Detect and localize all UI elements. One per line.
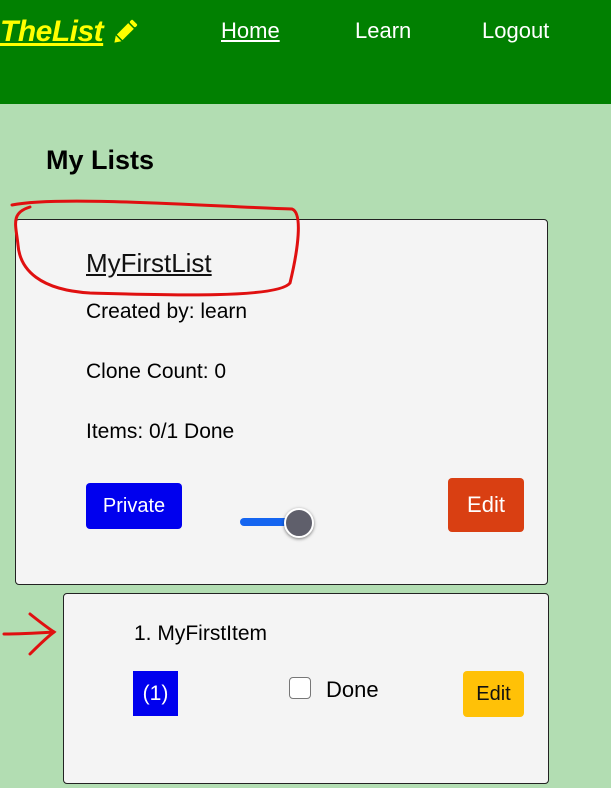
list-title-link[interactable]: MyFirstList xyxy=(86,248,212,279)
nav-logout-link[interactable]: Logout xyxy=(482,18,549,44)
private-button[interactable]: Private xyxy=(86,483,182,529)
list-clone-count: Clone Count: 0 xyxy=(86,360,227,383)
brand-link[interactable]: TheList xyxy=(0,12,141,52)
list-created-by: Created by: learn xyxy=(86,300,248,323)
item-card: 1. MyFirstItem (1) Done Edit xyxy=(63,593,549,784)
nav-home-link[interactable]: Home xyxy=(221,18,280,44)
navbar: TheList Home Learn Logout xyxy=(0,0,611,104)
list-items-done: Items: 0/1 Done xyxy=(86,420,235,443)
pencil-icon xyxy=(109,16,141,48)
done-label: Done xyxy=(326,677,379,702)
list-card: MyFirstList Created by: learn Clone Coun… xyxy=(15,219,548,585)
item-number-badge: (1) xyxy=(133,671,178,716)
item-name: 1. MyFirstItem xyxy=(134,622,268,645)
nav-learn-link[interactable]: Learn xyxy=(355,18,411,44)
item-edit-button[interactable]: Edit xyxy=(463,671,524,717)
list-edit-button[interactable]: Edit xyxy=(448,478,524,532)
annotation-arrow xyxy=(2,612,57,656)
page-title: My Lists xyxy=(46,145,155,175)
done-checkbox[interactable] xyxy=(289,677,311,699)
brand-name: TheList xyxy=(0,15,104,48)
visibility-toggle-knob[interactable] xyxy=(284,508,314,538)
